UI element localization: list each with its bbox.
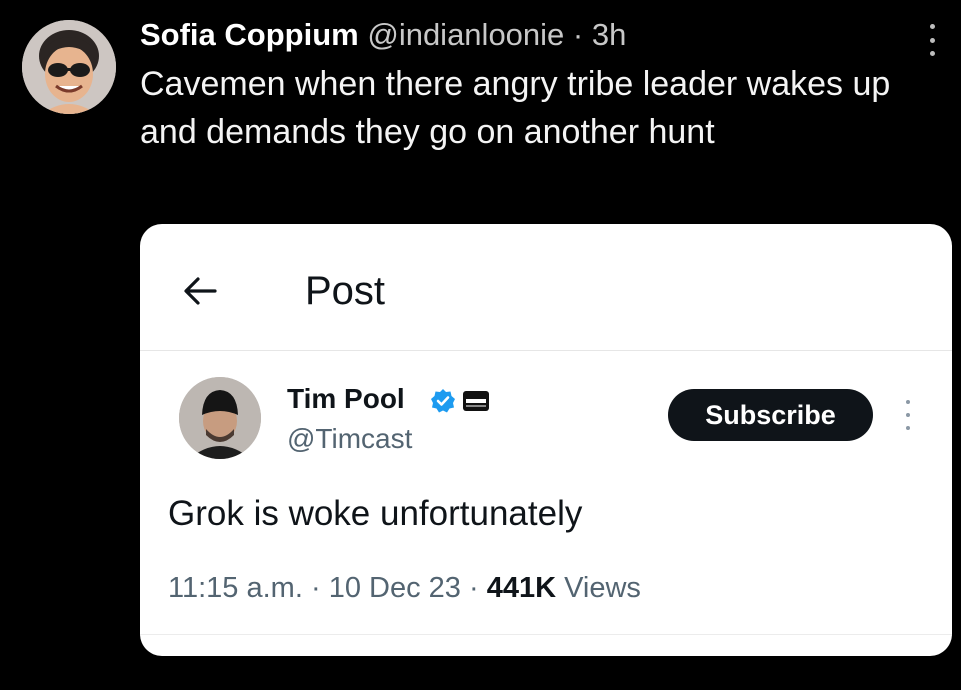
post-more-options-icon[interactable] [901,400,915,430]
author-handle[interactable]: @Timcast [287,422,412,456]
post-time[interactable]: 11:15 a.m. [168,572,303,604]
views-label: Views [564,572,641,604]
post-metadata: 11:15 a.m. · 10 Dec 23 · 441K Views [168,570,641,606]
page-title: Post [305,269,386,313]
tweet-text: Cavemen when there angry tribe leader wa… [140,65,891,151]
author-avatar[interactable] [179,377,261,459]
cartoon-avatar-icon [22,20,116,114]
tweet-header: Sofia Coppium @indianloonie · 3h [140,14,626,56]
display-name[interactable]: Sofia Coppium [140,17,359,52]
post-body-text: Grok is woke unfortunately [168,494,583,533]
affiliate-badge-icon [463,391,489,411]
views-count: 441K [486,572,557,604]
user-handle[interactable]: @indianloonie [367,17,564,52]
post-date[interactable]: 10 Dec 23 [329,572,461,604]
photo-avatar-icon [179,377,261,459]
author-name[interactable]: Tim Pool [287,382,405,416]
verified-badge-icon [431,389,455,413]
user-avatar[interactable] [22,20,116,114]
divider [140,634,952,635]
separator-dot: · [310,572,321,604]
post-time[interactable]: 3h [592,17,626,52]
more-options-icon[interactable] [920,20,944,60]
embedded-post-card[interactable]: Post Tim Pool @Timcast Subscribe Grok is… [140,224,952,656]
separator-dot: · [572,17,584,52]
separator-dot: · [468,572,479,604]
back-arrow-icon[interactable] [182,274,218,308]
subscribe-button[interactable]: Subscribe [668,389,873,441]
divider [140,350,952,351]
